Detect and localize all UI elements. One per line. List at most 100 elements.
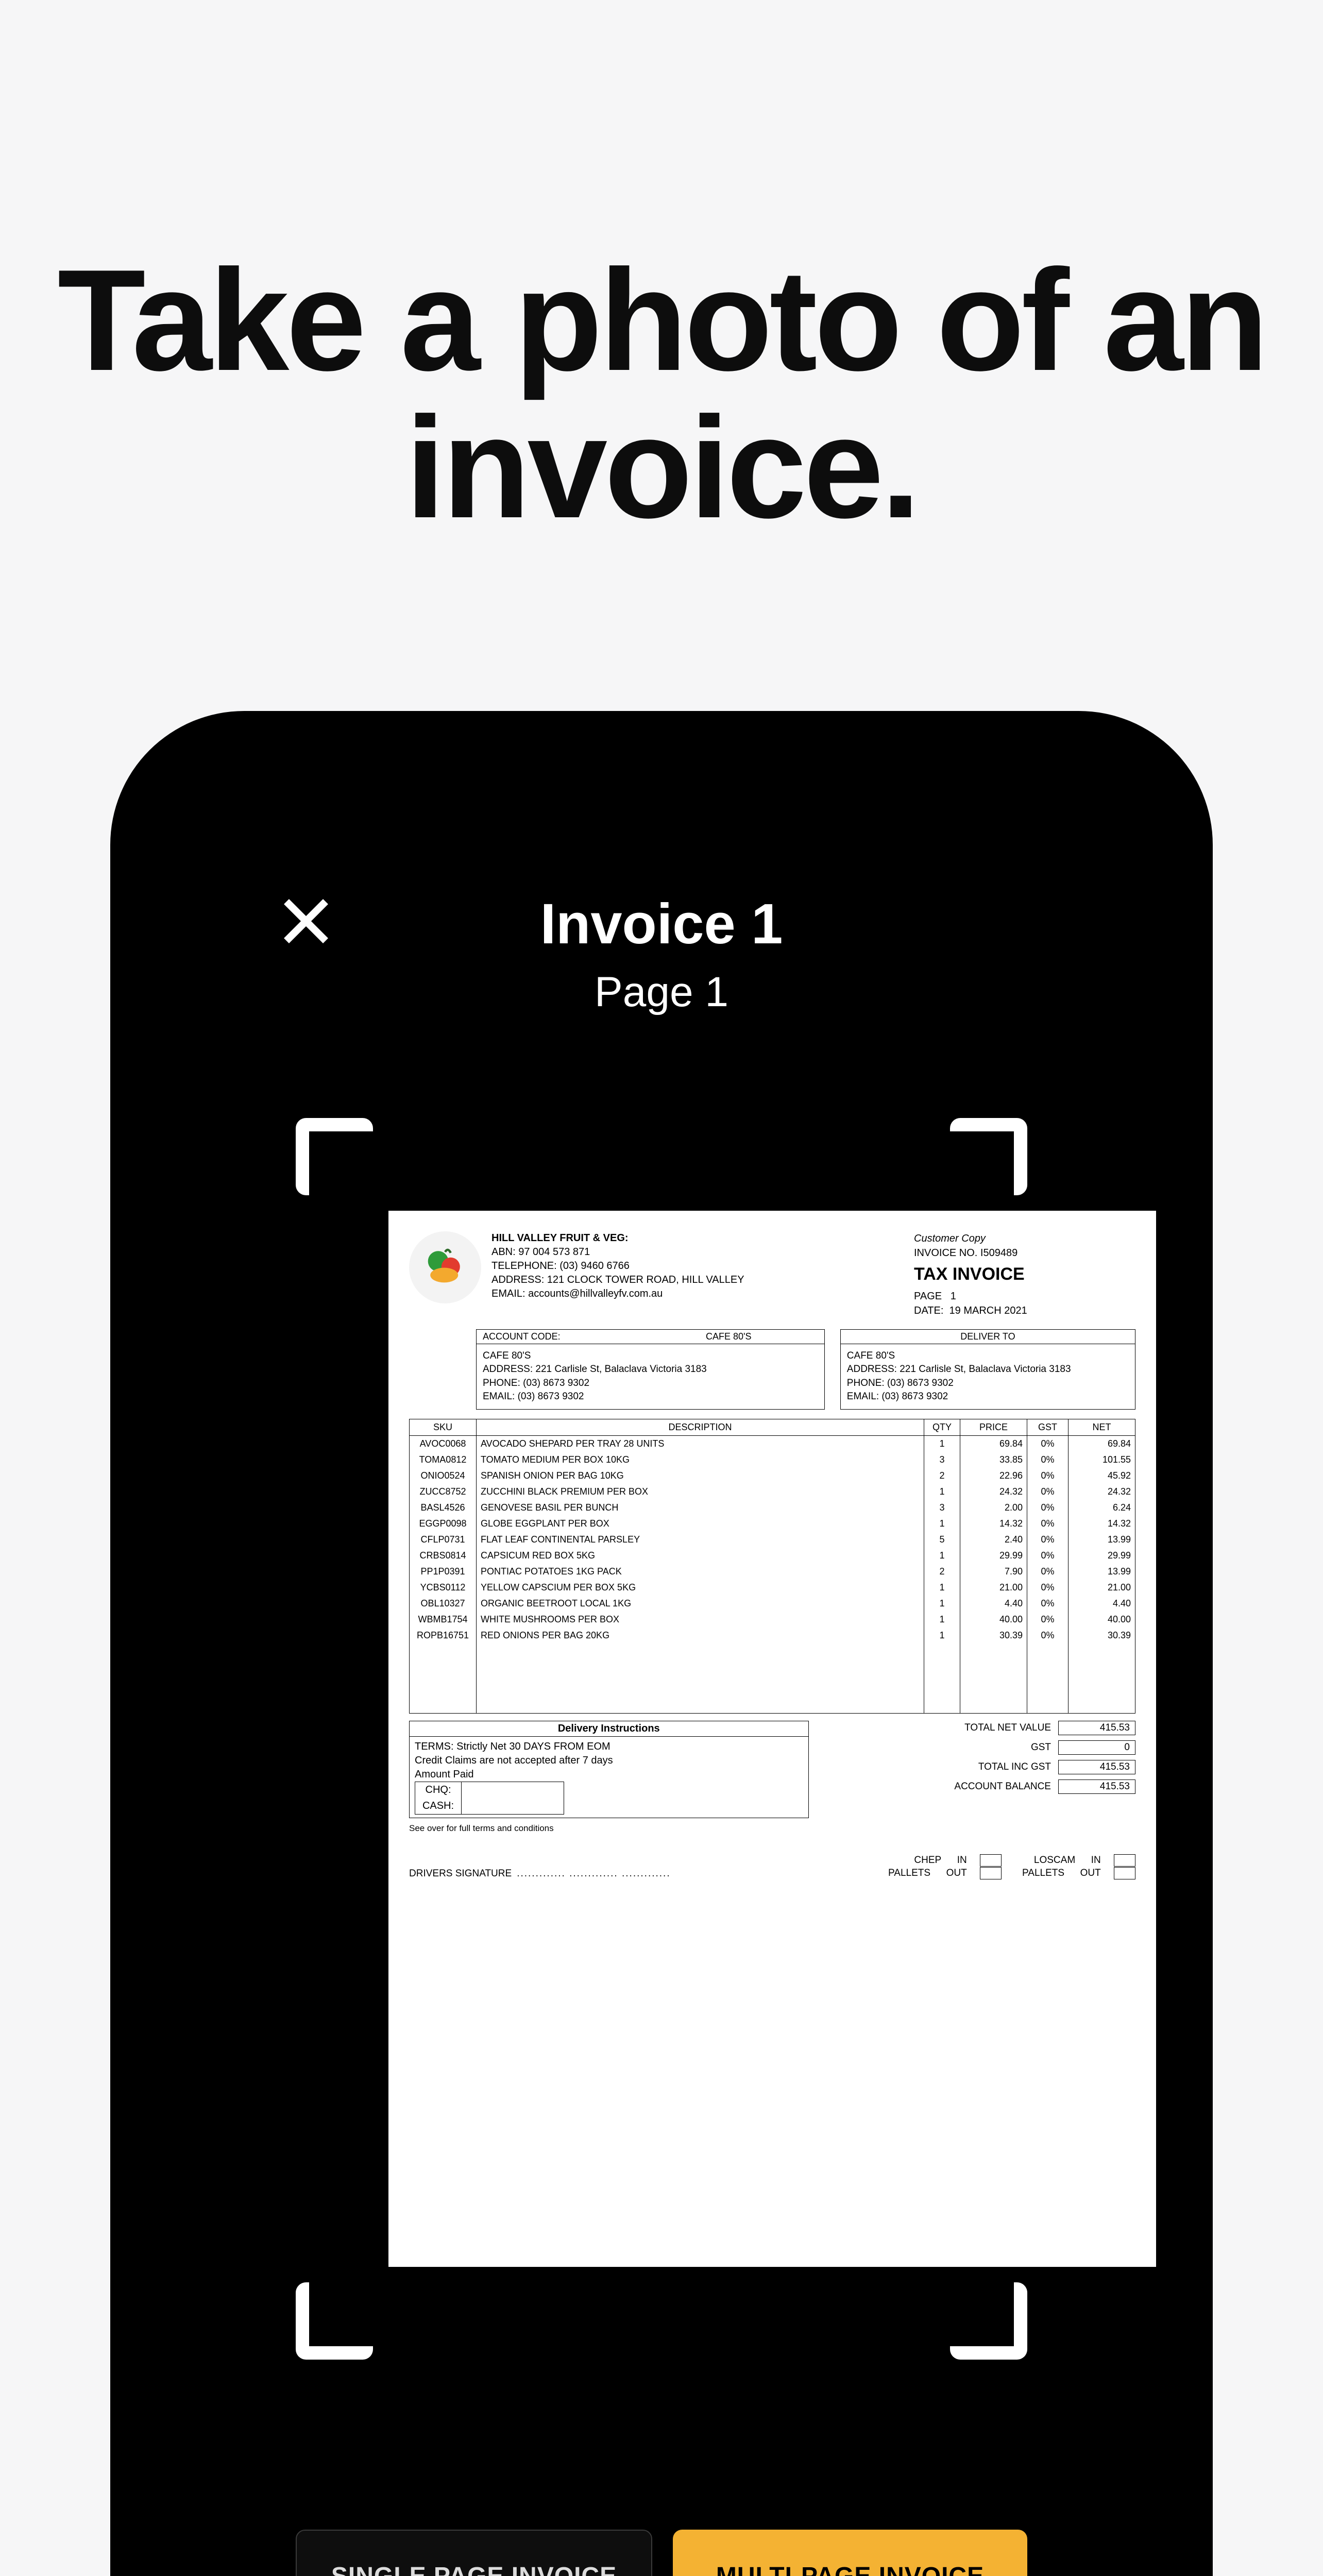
signature-label: DRIVERS SIGNATURE	[409, 1868, 512, 1879]
col-net: NET	[1068, 1419, 1135, 1435]
cell-sku: PP1P0391	[410, 1564, 477, 1580]
cell-qty: 3	[924, 1500, 960, 1516]
items-table: SKU DESCRIPTION QTY PRICE GST NET AVOC00…	[409, 1419, 1135, 1714]
cell-net: 13.99	[1068, 1532, 1135, 1548]
cell-price: 24.32	[960, 1484, 1027, 1500]
total-net-value: 415.53	[1058, 1721, 1135, 1735]
in-label: IN	[957, 1854, 967, 1867]
cell-qty: 1	[924, 1580, 960, 1596]
deliver-panel: DELIVER TO CAFE 80'S ADDRESS: 221 Carlis…	[840, 1329, 1135, 1410]
cell-price: 69.84	[960, 1435, 1027, 1452]
cell-net: 6.24	[1068, 1500, 1135, 1516]
screen-subtitle: Page 1	[110, 968, 1213, 1016]
date-value: 19 MARCH 2021	[949, 1305, 1027, 1316]
invoice-no-label: INVOICE NO.	[914, 1247, 977, 1259]
cell-qty: 1	[924, 1596, 960, 1612]
account-code: CAFE 80'S	[633, 1331, 824, 1342]
table-row: CFLP0731FLAT LEAF CONTINENTAL PARSLEY52.…	[410, 1532, 1135, 1548]
cell-qty: 1	[924, 1484, 960, 1500]
cell-qty: 1	[924, 1548, 960, 1564]
vegetable-icon	[422, 1243, 468, 1292]
cell-sku: ONIO0524	[410, 1468, 477, 1484]
cell-gst: 0%	[1027, 1596, 1068, 1612]
date-label: DATE:	[914, 1305, 943, 1316]
col-sku: SKU	[410, 1419, 477, 1435]
col-qty: QTY	[924, 1419, 960, 1435]
cell-net: 4.40	[1068, 1596, 1135, 1612]
close-icon	[280, 895, 332, 950]
vendor-address: ADDRESS: 121 CLOCK TOWER ROAD, HILL VALL…	[491, 1273, 904, 1287]
table-row: EGGP0098GLOBE EGGPLANT PER BOX114.320%14…	[410, 1516, 1135, 1532]
cell-gst: 0%	[1027, 1468, 1068, 1484]
screen-title: Invoice 1	[110, 891, 1213, 957]
cell-desc: WHITE MUSHROOMS PER BOX	[477, 1612, 924, 1628]
cell-price: 14.32	[960, 1516, 1027, 1532]
cell-qty: 1	[924, 1516, 960, 1532]
cell-qty: 5	[924, 1532, 960, 1548]
cell-desc: PONTIAC POTATOES 1KG PACK	[477, 1564, 924, 1580]
out-label-2: OUT	[1080, 1867, 1101, 1880]
cell-gst: 0%	[1027, 1548, 1068, 1564]
customer-copy: Customer Copy	[914, 1231, 1135, 1246]
multi-page-button[interactable]: MULTI-PAGE INVOICE	[673, 2530, 1027, 2576]
vendor-email: EMAIL: accounts@hillvalleyfv.com.au	[491, 1287, 904, 1301]
table-row: ZUCC8752ZUCCHINI BLACK PREMIUM PER BOX12…	[410, 1484, 1135, 1500]
cell-net: 69.84	[1068, 1435, 1135, 1452]
cell-price: 22.96	[960, 1468, 1027, 1484]
cell-price: 30.39	[960, 1628, 1027, 1714]
vendor-phone: TELEPHONE: (03) 9460 6766	[491, 1259, 904, 1273]
cell-qty: 2	[924, 1468, 960, 1484]
account-panel: ACCOUNT CODE: CAFE 80'S CAFE 80'S ADDRES…	[476, 1329, 825, 1410]
cell-qty: 1	[924, 1435, 960, 1452]
chq-label: CHQ:	[415, 1782, 462, 1798]
col-price: PRICE	[960, 1419, 1027, 1435]
table-row: TOMA0812TOMATO MEDIUM PER BOX 10KG333.85…	[410, 1452, 1135, 1468]
cell-price: 40.00	[960, 1612, 1027, 1628]
cell-sku: WBMB1754	[410, 1612, 477, 1628]
cell-sku: CRBS0814	[410, 1548, 477, 1564]
cell-gst: 0%	[1027, 1580, 1068, 1596]
out-label: OUT	[946, 1867, 967, 1880]
cell-desc: GENOVESE BASIL PER BUNCH	[477, 1500, 924, 1516]
cell-gst: 0%	[1027, 1628, 1068, 1714]
cell-price: 4.40	[960, 1596, 1027, 1612]
deliver-phone: PHONE: (03) 8673 9302	[847, 1377, 1129, 1391]
vendor-abn: ABN: 97 004 573 871	[491, 1245, 904, 1259]
cell-price: 29.99	[960, 1548, 1027, 1564]
total-net-label: TOTAL NET VALUE	[964, 1722, 1051, 1734]
cell-price: 21.00	[960, 1580, 1027, 1596]
cell-sku: BASL4526	[410, 1500, 477, 1516]
cell-gst: 0%	[1027, 1532, 1068, 1548]
totals-block: TOTAL NET VALUE415.53 GST0 TOTAL INC GST…	[824, 1721, 1136, 1834]
cell-gst: 0%	[1027, 1500, 1068, 1516]
cell-net: 21.00	[1068, 1580, 1135, 1596]
cell-desc: AVOCADO SHEPARD PER TRAY 28 UNITS	[477, 1435, 924, 1452]
cell-desc: SPANISH ONION PER BAG 10KG	[477, 1468, 924, 1484]
deliver-address: ADDRESS: 221 Carlisle St, Balaclava Vict…	[847, 1363, 1129, 1377]
table-row: YCBS0112YELLOW CAPSCIUM PER BOX 5KG121.0…	[410, 1580, 1135, 1596]
cell-qty: 3	[924, 1452, 960, 1468]
cell-qty: 1	[924, 1612, 960, 1628]
table-row: PP1P0391PONTIAC POTATOES 1KG PACK27.900%…	[410, 1564, 1135, 1580]
total-inc-value: 415.53	[1058, 1760, 1135, 1774]
cell-sku: YCBS0112	[410, 1580, 477, 1596]
cell-net: 30.39	[1068, 1628, 1135, 1714]
cell-net: 13.99	[1068, 1564, 1135, 1580]
cell-qty: 2	[924, 1564, 960, 1580]
cell-net: 101.55	[1068, 1452, 1135, 1468]
invoice-document: HILL VALLEY FRUIT & VEG: ABN: 97 004 573…	[388, 1211, 1156, 2267]
cell-price: 7.90	[960, 1564, 1027, 1580]
cell-gst: 0%	[1027, 1484, 1068, 1500]
cell-sku: TOMA0812	[410, 1452, 477, 1468]
pallets-label-1: PALLETS	[888, 1867, 930, 1880]
delivery-line3: Amount Paid	[415, 1768, 803, 1782]
signature-line: ............. ............. ............…	[517, 1868, 670, 1879]
cell-sku: OBL10327	[410, 1596, 477, 1612]
table-row: AVOC0068AVOCADO SHEPARD PER TRAY 28 UNIT…	[410, 1435, 1135, 1452]
close-button[interactable]	[280, 896, 332, 948]
cell-gst: 0%	[1027, 1564, 1068, 1580]
cell-sku: AVOC0068	[410, 1435, 477, 1452]
deliver-email: EMAIL: (03) 8673 9302	[847, 1390, 1129, 1404]
single-page-button[interactable]: SINGLE PAGE INVOICE	[296, 2530, 652, 2576]
delivery-header: Delivery Instructions	[410, 1721, 808, 1737]
